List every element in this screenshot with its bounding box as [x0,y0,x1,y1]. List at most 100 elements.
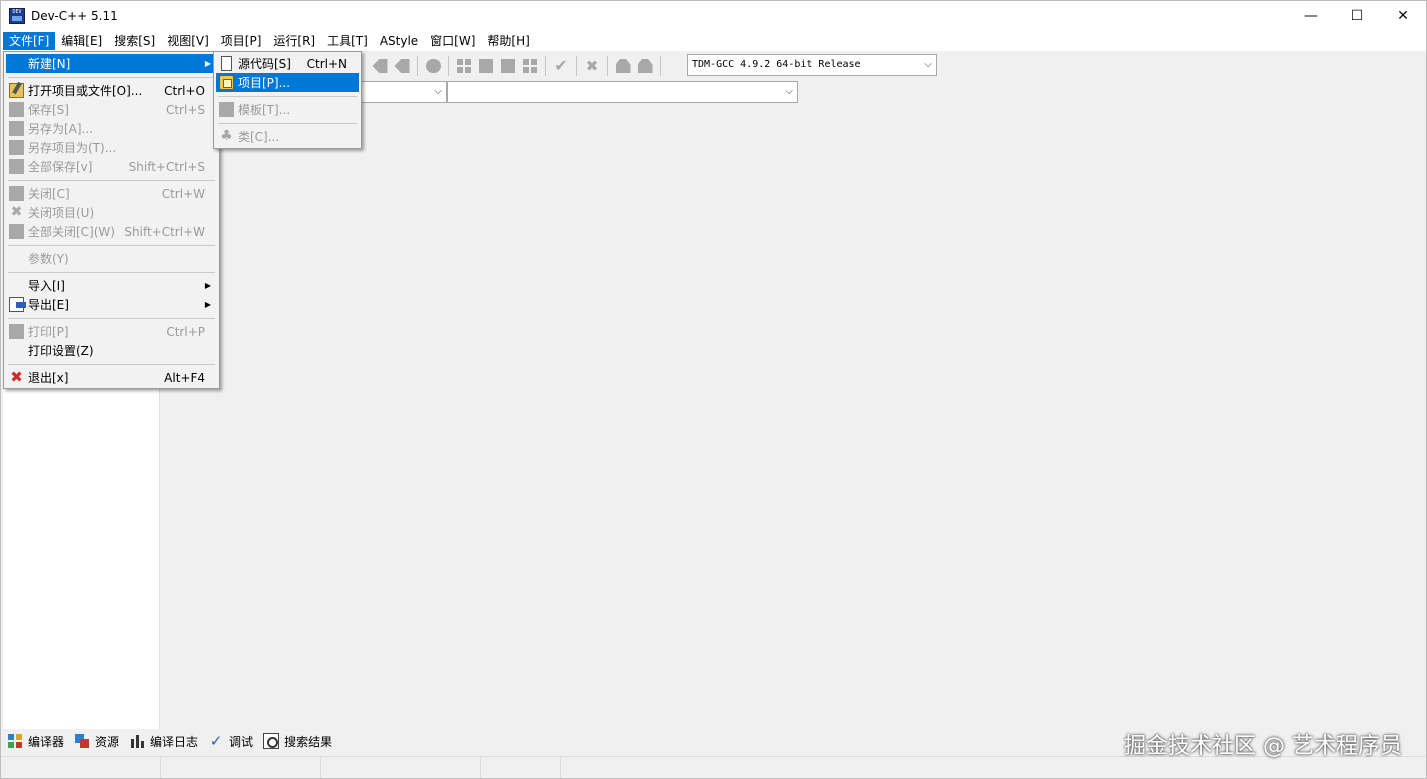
menu-edit[interactable]: 编辑[E] [55,32,108,50]
menu-item-print-setup[interactable]: 打印设置(Z) [6,341,217,360]
close-all-icon [9,224,24,239]
menu-item-save-as-label: 另存为[A]... [28,122,94,136]
compile-run-button[interactable] [497,55,519,77]
menu-item-new-project[interactable]: 项目[P]... [216,73,359,92]
tab-compiler[interactable]: 编译器 [7,733,64,750]
exit-icon: ✖ [10,368,23,386]
class-icon: ♣ [220,128,233,144]
menu-item-new-project-label: 项目[P]... [238,76,291,90]
find-results-icon [263,733,280,749]
menu-item-new-label: 新建[N] [28,57,71,71]
maximize-button[interactable]: ☐ [1334,1,1380,31]
menu-item-exit-label: 退出[x] [28,371,69,385]
menu-separator [218,123,357,124]
menu-item-exit-shortcut: Alt+F4 [164,370,205,385]
menu-item-new-source[interactable]: 源代码[S] Ctrl+N [216,54,359,73]
menu-item-new-template-label: 模板[T]... [238,103,291,117]
tab-compile-log[interactable]: 编译日志 [129,733,198,750]
export-icon [9,297,26,312]
menu-view[interactable]: 视图[V] [161,32,215,50]
compile-button[interactable] [453,55,475,77]
syntax-check-button[interactable]: ✔ [550,55,572,77]
tab-find-results[interactable]: 搜索结果 [263,733,332,750]
close-button[interactable]: ✕ [1380,1,1426,31]
menu-item-close-shortcut: Ctrl+W [161,186,205,201]
menu-astyle[interactable]: AStyle [374,32,424,50]
indent-button[interactable] [391,55,413,77]
toolbar-separator [545,56,546,76]
compiler-select-value: TDM-GCC 4.9.2 64-bit Release [692,59,861,70]
minimize-button[interactable]: — [1288,1,1334,31]
menu-separator [8,272,215,273]
save-icon [9,102,24,117]
compiler-icon [7,733,23,749]
menu-item-new-class[interactable]: ♣ 类[C]... [216,127,359,146]
menu-item-new-source-label: 源代码[S] [238,57,291,71]
menu-item-close[interactable]: 关闭[C] Ctrl+W [6,184,217,203]
debug-button[interactable] [612,55,634,77]
comment-icon [425,59,441,73]
menu-separator [218,96,357,97]
status-cell [1,757,161,778]
compile-log-icon [129,733,146,749]
compiler-select[interactable]: TDM-GCC 4.9.2 64-bit Release ⌵ [687,54,937,76]
menu-item-open[interactable]: 打开项目或文件[O]... Ctrl+O [6,81,217,100]
menu-item-open-shortcut: Ctrl+O [164,83,205,98]
run-button[interactable] [475,55,497,77]
tab-debug[interactable]: ✓ 调试 [208,733,253,750]
menu-item-save-as[interactable]: 另存为[A]... [6,119,217,138]
menu-item-close-label: 关闭[C] [28,187,70,201]
rebuild-icon [522,59,538,73]
menu-tools[interactable]: 工具[T] [321,32,374,50]
toggle-comment-button[interactable] [422,55,444,77]
stop-icon: ✖ [585,57,599,75]
menu-run[interactable]: 运行[R] [267,32,321,50]
menu-window[interactable]: 窗口[W] [424,32,481,50]
indent-icon [394,59,410,73]
menu-project[interactable]: 项目[P] [215,32,268,50]
rebuild-button[interactable] [519,55,541,77]
toolbar-separator [607,56,608,76]
menu-item-export[interactable]: 导出[E] ▶ [6,295,217,314]
chevron-down-icon: ⌵ [434,86,442,97]
project-icon [219,75,234,90]
menu-item-import[interactable]: 导入[I] ▶ [6,276,217,295]
menu-item-print-label: 打印[P] [28,325,69,339]
new-submenu: 源代码[S] Ctrl+N 项目[P]... 模板[T]... ♣ 类[C]..… [213,51,362,149]
menu-item-properties[interactable]: 参数(Y) [6,249,217,268]
menu-separator [8,318,215,319]
menu-item-close-project[interactable]: ✖ 关闭项目(U) [6,203,217,222]
status-cell [481,757,561,778]
compile-icon [456,59,472,73]
menu-item-save-all[interactable]: 全部保存[v] Shift+Ctrl+S [6,157,217,176]
tab-debug-label: 调试 [229,734,254,749]
class-select[interactable]: ⌵ [361,81,447,103]
menu-item-new[interactable]: 新建[N] ▶ [6,54,217,73]
menu-item-exit[interactable]: ✖ 退出[x] Alt+F4 [6,368,217,387]
menu-item-save-project-as[interactable]: 另存项目为(T)... [6,138,217,157]
run-icon [479,59,493,73]
menu-search[interactable]: 搜索[S] [108,32,161,50]
member-select[interactable]: ⌵ [447,81,798,103]
menu-item-close-all[interactable]: 全部关闭[C](W) Shift+Ctrl+W [6,222,217,241]
menu-item-properties-label: 参数(Y) [28,252,69,266]
menu-item-save[interactable]: 保存[S] Ctrl+S [6,100,217,119]
print-icon [9,324,24,339]
menu-file[interactable]: 文件[F] [3,32,56,50]
menu-separator [8,245,215,246]
toolbar-separator [448,56,449,76]
unindent-button[interactable] [369,55,391,77]
toolbar-row-1: ✔ ✖ [369,53,665,79]
stop-button[interactable]: ✖ [581,55,603,77]
menu-help[interactable]: 帮助[H] [481,32,535,50]
tab-resources[interactable]: 资源 [74,733,119,750]
watermark: 掘金技术社区 @ 艺术程序员 [1124,734,1402,759]
menu-item-new-source-shortcut: Ctrl+N [306,56,347,71]
menu-item-print[interactable]: 打印[P] Ctrl+P [6,322,217,341]
unindent-icon [372,59,388,73]
profile-button[interactable] [634,55,656,77]
submenu-arrow-icon: ▶ [204,281,211,290]
menu-item-save-all-shortcut: Shift+Ctrl+S [128,159,205,174]
menu-item-new-template[interactable]: 模板[T]... [216,100,359,119]
status-cell [321,757,481,778]
